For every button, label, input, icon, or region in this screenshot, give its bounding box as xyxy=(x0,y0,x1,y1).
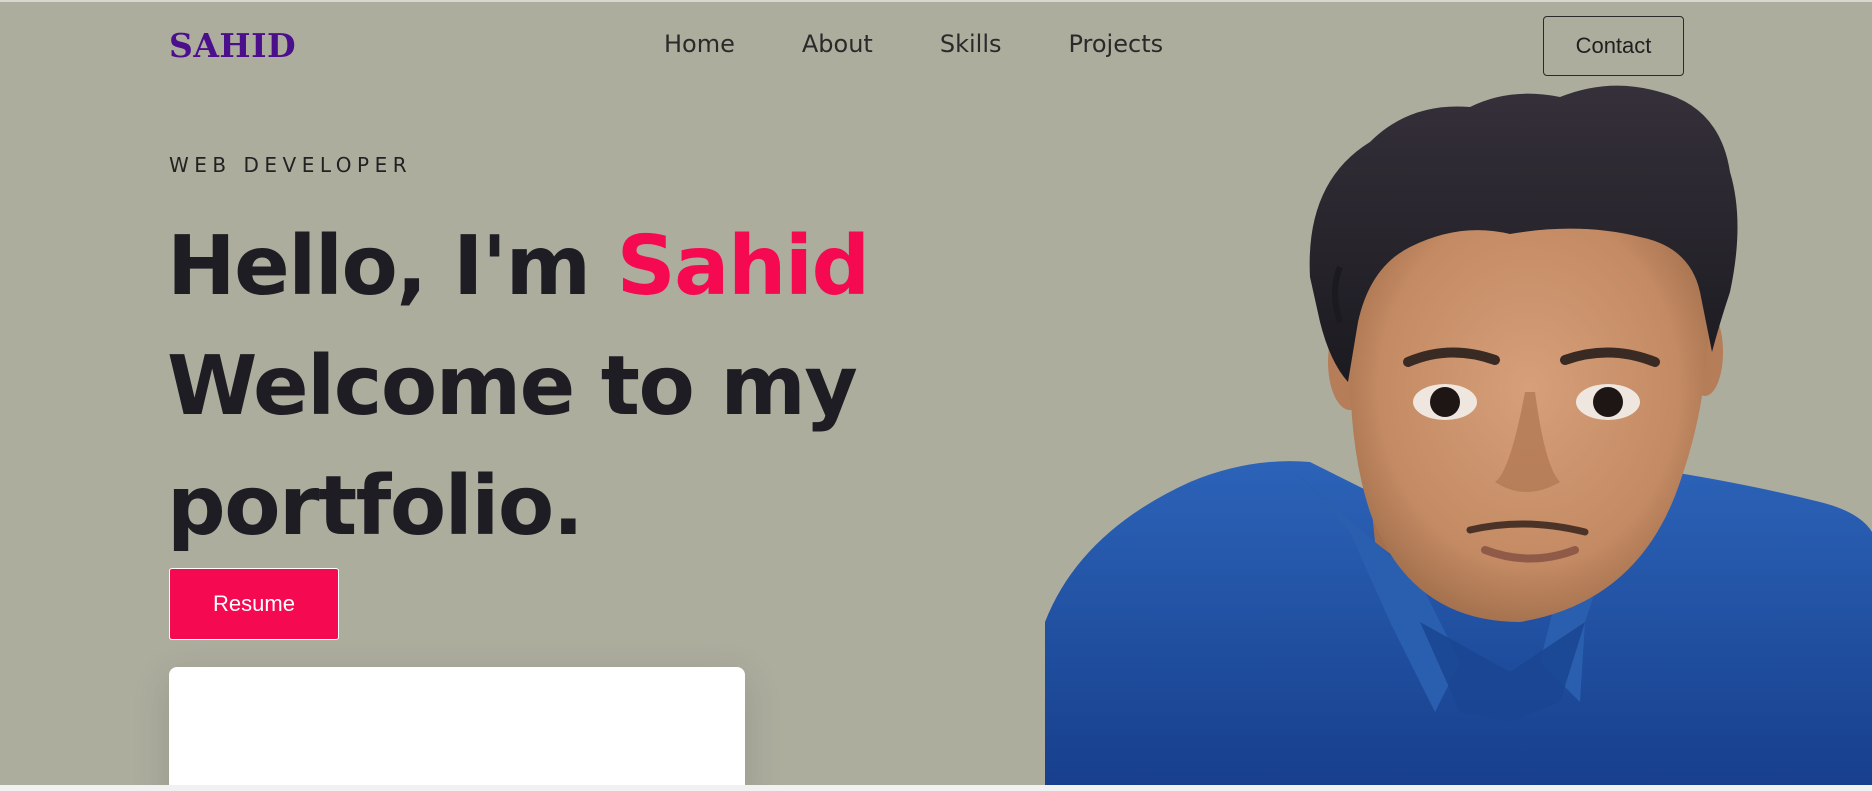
info-card xyxy=(169,667,745,785)
resume-button[interactable]: Resume xyxy=(169,568,339,640)
site-logo[interactable]: SAHID xyxy=(169,26,296,65)
hero-eyebrow: WEB DEVELOPER xyxy=(169,153,413,177)
nav-link-about[interactable]: About xyxy=(802,30,873,58)
portfolio-page: SAHID Home About Skills Projects Contact… xyxy=(0,0,1872,785)
hero-name: Sahid xyxy=(616,219,871,314)
nav-link-projects[interactable]: Projects xyxy=(1068,30,1163,58)
nav-link-home[interactable]: Home xyxy=(664,30,735,58)
hero-greeting: Hello, I'm xyxy=(167,219,617,314)
bottom-strip xyxy=(0,785,1872,791)
hero-headline: Hello, I'm Sahid Welcome to my portfolio… xyxy=(167,207,927,567)
hero-line-2: Welcome to my xyxy=(167,339,858,434)
portrait-photo xyxy=(1045,85,1872,785)
main-nav: Home About Skills Projects xyxy=(664,30,1163,58)
nav-link-skills[interactable]: Skills xyxy=(940,30,1002,58)
hero-line-3: portfolio. xyxy=(167,459,584,554)
